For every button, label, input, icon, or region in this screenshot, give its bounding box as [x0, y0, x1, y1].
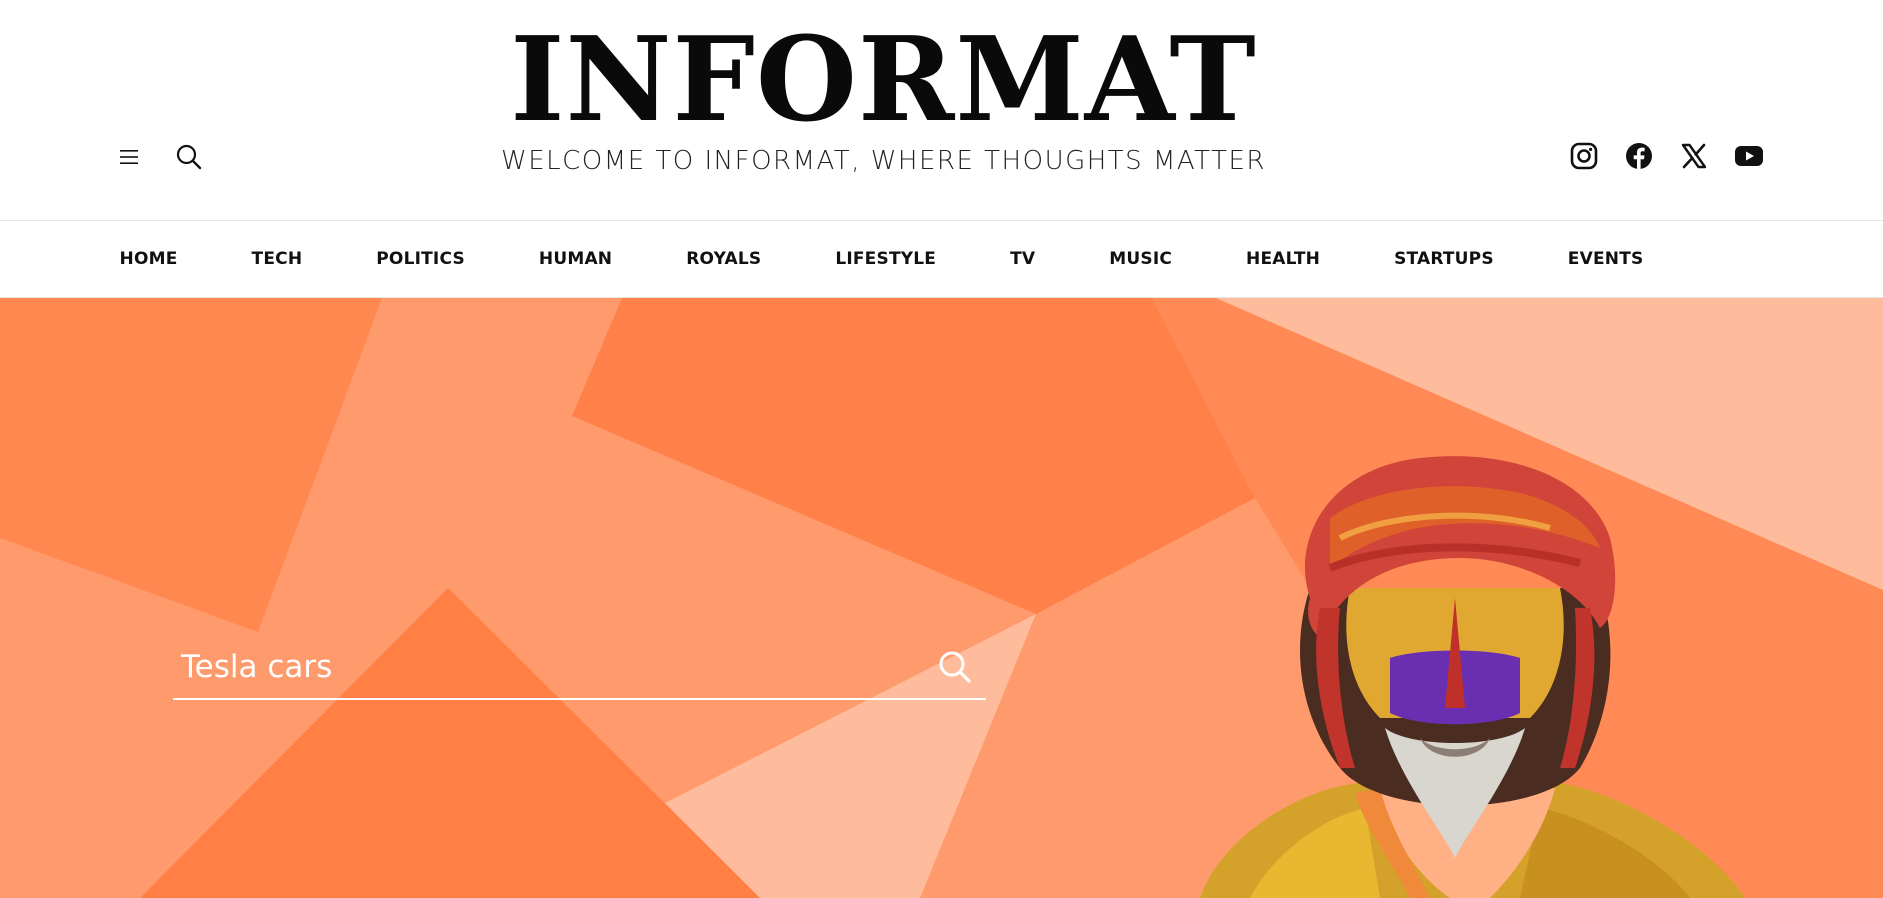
site-header: INFORMAT WELCOME TO INFORMAT, WHERE THOU…	[0, 0, 1883, 220]
nav-item-lifestyle[interactable]: LIFESTYLE	[835, 249, 936, 269]
nav-item-tech[interactable]: TECH	[252, 249, 303, 269]
hero-banner	[0, 298, 1883, 898]
site-logo[interactable]: INFORMAT	[0, 22, 1767, 138]
nav-item-tv[interactable]: TV	[1010, 249, 1035, 269]
social-links	[1568, 140, 1765, 172]
hero-portrait	[1200, 456, 1745, 898]
nav-item-home[interactable]: HOME	[120, 249, 178, 269]
nav-item-politics[interactable]: POLITICS	[376, 249, 465, 269]
instagram-icon[interactable]	[1568, 140, 1600, 172]
facebook-icon[interactable]	[1623, 140, 1655, 172]
youtube-icon[interactable]	[1733, 140, 1765, 172]
search-icon[interactable]	[936, 648, 976, 688]
nav-item-royals[interactable]: ROYALS	[686, 249, 761, 269]
nav-item-music[interactable]: MUSIC	[1109, 249, 1172, 269]
main-nav: HOME TECH POLITICS HUMAN ROYALS LIFESTYL…	[0, 220, 1883, 298]
site-tagline: WELCOME TO INFORMAT, WHERE THOUGHTS MATT…	[501, 146, 1266, 176]
header-tools	[112, 140, 206, 174]
hero-search	[173, 638, 986, 700]
nav-item-startups[interactable]: STARTUPS	[1394, 249, 1494, 269]
nav-item-health[interactable]: HEALTH	[1246, 249, 1320, 269]
x-icon[interactable]	[1678, 140, 1710, 172]
hamburger-icon[interactable]	[112, 140, 146, 174]
search-icon[interactable]	[172, 140, 206, 174]
nav-item-human[interactable]: HUMAN	[539, 249, 612, 269]
hero-search-input[interactable]	[181, 644, 881, 690]
nav-item-events[interactable]: EVENTS	[1568, 249, 1644, 269]
